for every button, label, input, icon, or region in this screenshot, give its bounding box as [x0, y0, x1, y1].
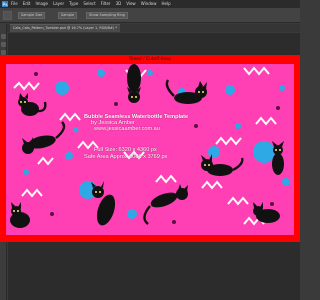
menu-type[interactable]: Type	[69, 0, 78, 8]
move-tool-icon[interactable]	[1, 34, 6, 39]
show-sampling-ring-checkbox[interactable]: Show Sampling Ring	[86, 12, 128, 19]
menu-view[interactable]: View	[126, 0, 136, 8]
menu-window[interactable]: Window	[141, 0, 157, 8]
sample-select[interactable]: Sample	[58, 12, 78, 19]
photoshop-logo-icon: Ps	[2, 1, 8, 7]
document-tab-bar: Cats_Cats_Pattern_Tumbler.psd @ 16.7% (L…	[7, 24, 300, 32]
template-safe-area: Safe Area Approx 6088 x 3769 px	[84, 154, 168, 160]
bleed-label: Bleed / Cutoff Area	[129, 57, 171, 62]
menu-select[interactable]: Select	[83, 0, 95, 8]
menu-bar: Ps File Edit Image Layer Type Select Fil…	[0, 0, 300, 8]
menu-edit[interactable]: Edit	[23, 0, 31, 8]
menu-image[interactable]: Image	[35, 0, 48, 8]
menu-help[interactable]: Help	[161, 0, 170, 8]
eyedropper-tool-icon[interactable]	[1, 42, 6, 47]
photoshop-window: Ps File Edit Image Layer Type Select Fil…	[0, 0, 300, 300]
sample-size-select[interactable]: Sample Size	[18, 12, 46, 19]
template-website: www.jessicaamber.com.au	[94, 126, 160, 132]
menu-3d[interactable]: 3D	[116, 0, 122, 8]
options-bar: Sample Size Sample Show Sampling Ring	[0, 8, 300, 23]
menu-file[interactable]: File	[11, 0, 18, 8]
eyedropper-tool-icon[interactable]	[3, 11, 12, 20]
menu-filter[interactable]: Filter	[101, 0, 111, 8]
template-full-size: Full Size: 6320 x 4360 px	[94, 147, 157, 153]
document-tab[interactable]: Cats_Cats_Pattern_Tumbler.psd @ 16.7% (L…	[10, 24, 120, 32]
menu-layer[interactable]: Layer	[53, 0, 64, 8]
